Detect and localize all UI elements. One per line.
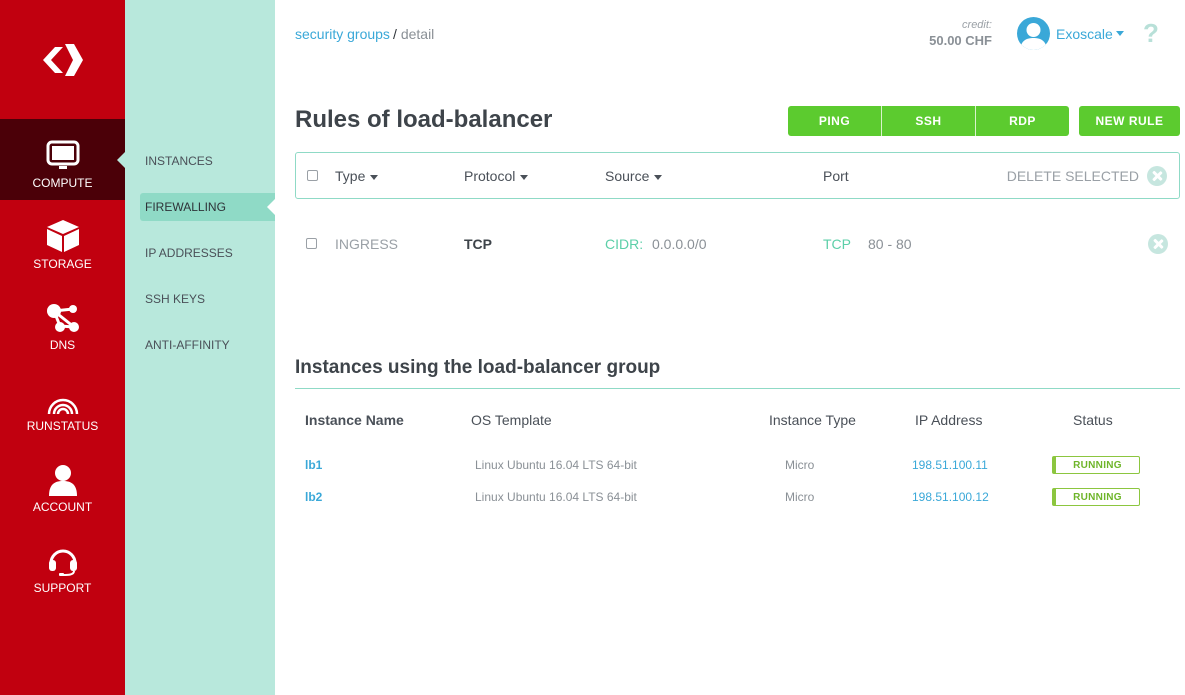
subnav-instances[interactable]: INSTANCES: [140, 147, 275, 175]
delete-selected-icon[interactable]: [1147, 166, 1167, 186]
rule-source-label: CIDR:: [605, 236, 644, 252]
share-nodes-icon: [46, 298, 80, 334]
nav-label: DNS: [49, 338, 76, 352]
nav-dns[interactable]: DNS: [0, 281, 125, 362]
nav-label: COMPUTE: [32, 176, 93, 190]
delete-selected-button[interactable]: DELETE SELECTED: [1007, 168, 1139, 184]
chevron-down-icon: [1115, 31, 1124, 36]
user-icon: [48, 460, 78, 496]
breadcrumb-security-groups-link[interactable]: security groups: [295, 26, 390, 42]
nav-runstatus[interactable]: RUNSTATUS: [0, 362, 125, 443]
user-menu[interactable]: Exoscale: [1017, 17, 1124, 50]
column-os-template: OS Template: [471, 412, 552, 428]
delete-rule-icon[interactable]: [1148, 234, 1168, 254]
rule-checkbox[interactable]: [306, 238, 317, 249]
credit-display: credit: 50.00 CHF: [910, 19, 992, 48]
subnav-ip-addresses[interactable]: IP ADDRESSES: [140, 239, 275, 267]
rdp-button[interactable]: RDP: [975, 106, 1069, 136]
nav-support[interactable]: SUPPORT: [0, 524, 125, 605]
instance-type: Micro: [785, 490, 815, 504]
monitor-icon: [46, 136, 80, 172]
user-name: Exoscale: [1056, 25, 1113, 42]
headset-icon: [46, 541, 80, 577]
instance-name-link[interactable]: lb2: [305, 490, 322, 504]
column-source-sort[interactable]: Source: [605, 168, 663, 184]
column-label: Type: [335, 168, 366, 184]
column-instance-type: Instance Type: [769, 412, 856, 428]
instance-row: lb1 Linux Ubuntu 16.04 LTS 64-bit Micro …: [295, 456, 1180, 480]
column-port: Port: [823, 168, 849, 184]
subnav-ssh-keys[interactable]: SSH KEYS: [140, 285, 275, 313]
rule-protocol: TCP: [464, 236, 492, 252]
avatar: [1017, 17, 1050, 50]
column-ip-address: IP Address: [915, 412, 983, 428]
nav-compute[interactable]: COMPUTE: [0, 119, 125, 200]
exoscale-logo-icon[interactable]: [0, 0, 125, 119]
select-all-checkbox[interactable]: [307, 170, 318, 181]
primary-sidebar: COMPUTE STORAGE DNS RUNSTATUS ACCOUNT SU…: [0, 0, 125, 695]
column-instance-name: Instance Name: [305, 412, 404, 428]
rule-port-protocol: TCP: [823, 236, 851, 252]
instance-os: Linux Ubuntu 16.04 LTS 64-bit: [475, 458, 637, 472]
ping-button[interactable]: PING: [788, 106, 881, 136]
secondary-sidebar: INSTANCES FIREWALLING IP ADDRESSES SSH K…: [125, 0, 275, 695]
rule-row: INGRESS TCP CIDR: 0.0.0.0/0 TCP 80 - 80: [295, 228, 1180, 258]
instance-ip[interactable]: 198.51.100.12: [912, 490, 989, 504]
instance-os: Linux Ubuntu 16.04 LTS 64-bit: [475, 490, 637, 504]
column-status: Status: [1073, 412, 1113, 428]
rules-table-header: Type Protocol Source Port DELETE SELECTE…: [295, 152, 1180, 199]
caret-down-icon: [370, 174, 379, 180]
nav-label: SUPPORT: [33, 581, 92, 595]
status-badge: RUNNING: [1052, 488, 1140, 506]
nav-storage[interactable]: STORAGE: [0, 200, 125, 281]
nav-account[interactable]: ACCOUNT: [0, 443, 125, 524]
section-divider: [295, 388, 1180, 389]
credit-value: 50.00 CHF: [929, 33, 992, 48]
breadcrumb-separator: /: [392, 26, 397, 42]
caret-down-icon: [520, 174, 529, 180]
instance-row: lb2 Linux Ubuntu 16.04 LTS 64-bit Micro …: [295, 488, 1180, 512]
user-avatar-icon: [1020, 23, 1047, 50]
caret-down-icon: [654, 174, 663, 180]
rule-source-value: 0.0.0.0/0: [652, 236, 707, 252]
credit-label: credit:: [962, 19, 992, 31]
column-protocol-sort[interactable]: Protocol: [464, 168, 529, 184]
column-label: Source: [605, 168, 650, 184]
new-rule-button[interactable]: NEW RULE: [1079, 106, 1180, 136]
instance-type: Micro: [785, 458, 815, 472]
ssh-button[interactable]: SSH: [881, 106, 975, 136]
page-title: Rules of load-balancer: [295, 106, 553, 133]
column-type-sort[interactable]: Type: [335, 168, 379, 184]
cube-icon: [46, 217, 80, 253]
nav-label: ACCOUNT: [32, 500, 93, 514]
breadcrumb-current: detail: [400, 26, 435, 42]
subnav-anti-affinity[interactable]: ANTI-AFFINITY: [140, 331, 275, 359]
quick-rule-buttons: PING SSH RDP: [788, 106, 1069, 136]
nav-label: RUNSTATUS: [26, 419, 99, 433]
nav-label: STORAGE: [33, 257, 92, 271]
signal-arcs-icon: [45, 379, 81, 415]
column-label: Protocol: [464, 168, 516, 184]
rule-type: INGRESS: [335, 236, 399, 252]
rule-port-range: 80 - 80: [868, 236, 912, 252]
subnav-firewalling[interactable]: FIREWALLING: [140, 193, 275, 221]
instance-ip[interactable]: 198.51.100.11: [912, 458, 988, 472]
breadcrumb: security groups / detail: [295, 26, 434, 42]
help-icon[interactable]: ?: [1143, 18, 1159, 49]
instances-section-title: Instances using the load-balancer group: [295, 357, 661, 378]
status-badge: RUNNING: [1052, 456, 1140, 474]
instance-name-link[interactable]: lb1: [305, 458, 322, 472]
